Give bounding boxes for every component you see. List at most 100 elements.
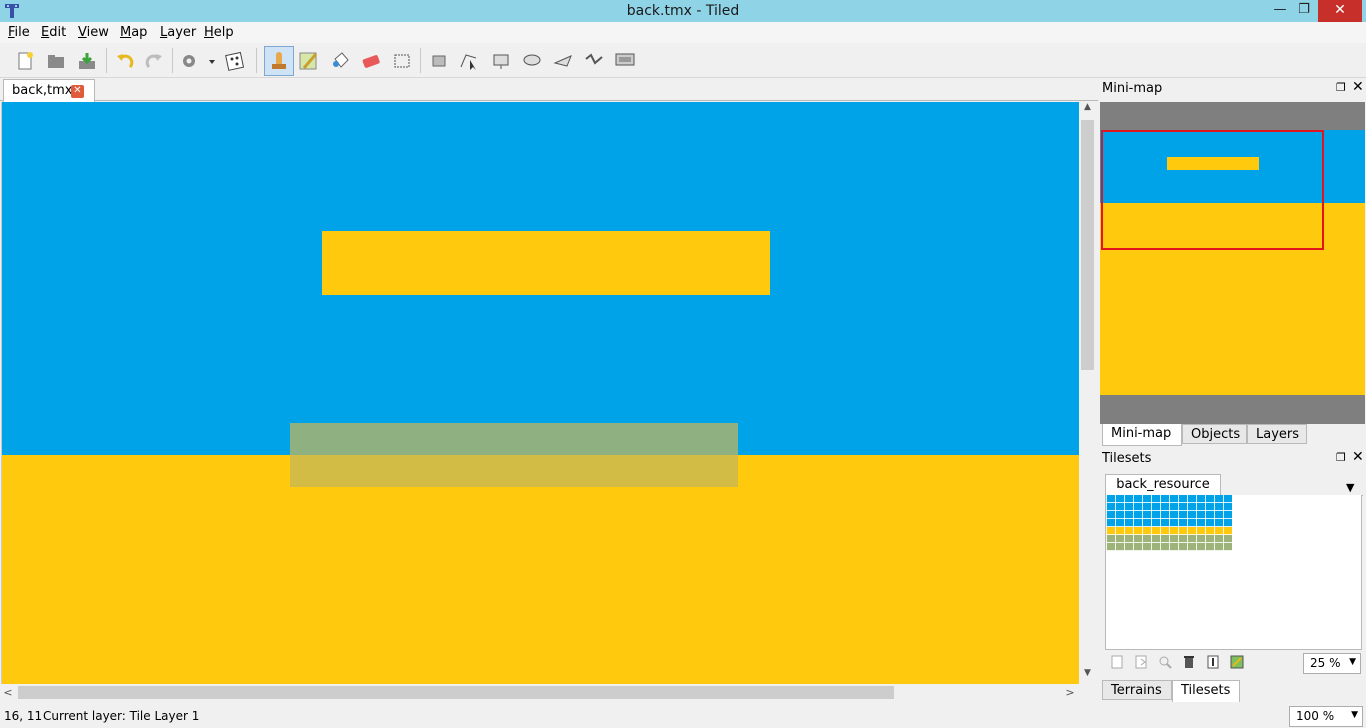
toolbar-separator: [420, 48, 421, 73]
tab-minimap[interactable]: Mini-map: [1102, 424, 1182, 446]
export-tileset-icon[interactable]: [1157, 654, 1173, 670]
tile-row[interactable]: [1106, 511, 1232, 519]
tab-tilesets[interactable]: Tilesets: [1172, 680, 1240, 702]
rectangle-select-button[interactable]: [389, 48, 415, 74]
open-folder-icon: [48, 55, 64, 68]
tileset-zoom-value: 25 %: [1310, 656, 1341, 670]
open-button[interactable]: [43, 48, 69, 74]
tab-terrains[interactable]: Terrains: [1102, 680, 1172, 700]
tile-row[interactable]: [1106, 495, 1232, 503]
tab-layers[interactable]: Layers: [1247, 424, 1307, 444]
tile-row[interactable]: [1106, 527, 1232, 535]
import-tileset-icon[interactable]: [1133, 654, 1149, 670]
document-tab[interactable]: back,tmx ✕: [3, 79, 95, 102]
close-button[interactable]: ✕: [1318, 0, 1362, 22]
current-layer-label: Current layer: Tile Layer 1: [43, 709, 200, 723]
undo-icon: [117, 54, 134, 69]
save-icon: [79, 53, 95, 69]
tileset-tab-back-resource[interactable]: back_resource: [1105, 474, 1221, 496]
insert-polygon-button[interactable]: [550, 48, 576, 74]
insert-tile-button[interactable]: [612, 48, 638, 74]
restore-button[interactable]: ❐: [1290, 0, 1318, 22]
toolbar-separator: [256, 48, 257, 73]
insert-rectangle-button[interactable]: [488, 48, 514, 74]
rectangle-select-icon: [394, 54, 410, 68]
random-mode-button[interactable]: [222, 48, 248, 74]
scroll-right-arrow[interactable]: >: [1062, 684, 1078, 701]
chevron-down-icon: ▼: [1349, 657, 1356, 667]
edit-polygons-icon: [460, 54, 477, 70]
tileset-view[interactable]: [1105, 495, 1362, 650]
minimap-viewport-rect[interactable]: [1101, 130, 1324, 250]
chevron-down-icon: ▼: [1351, 710, 1358, 720]
terrain-brush-icon: [299, 52, 318, 70]
edit-polygons-button[interactable]: [456, 48, 482, 74]
commands-gear-icon: [183, 55, 215, 67]
eraser-button[interactable]: [358, 48, 384, 74]
insert-ellipse-button[interactable]: [519, 48, 545, 74]
eraser-icon: [362, 55, 380, 68]
title-bar: back.tmx - Tiled — ❐ ✕: [0, 0, 1366, 22]
insert-ellipse-icon: [523, 54, 541, 66]
save-button[interactable]: [74, 48, 100, 74]
close-panel-icon[interactable]: ✕: [1352, 449, 1364, 465]
tile-row[interactable]: [1106, 543, 1232, 551]
insert-polyline-icon: [585, 53, 603, 65]
toolbar-separator: [172, 48, 173, 73]
menu-view[interactable]: View: [78, 25, 109, 40]
tileset-image[interactable]: [1106, 495, 1232, 557]
float-panel-icon[interactable]: ❐: [1336, 451, 1346, 464]
scroll-down-arrow[interactable]: ▼: [1079, 668, 1096, 684]
tileset-tab-strip: back_resource ▼: [1105, 474, 1363, 496]
new-tileset-icon[interactable]: [1109, 654, 1125, 670]
horizontal-scroll-thumb[interactable]: [18, 686, 894, 699]
select-objects-button[interactable]: [426, 48, 452, 74]
stamp-brush-button[interactable]: [264, 46, 294, 76]
tileset-zoom-select[interactable]: 25 % ▼: [1303, 653, 1361, 674]
commands-button[interactable]: [178, 48, 218, 74]
tab-objects[interactable]: Objects: [1182, 424, 1247, 444]
terrain-brush-button[interactable]: [296, 48, 322, 74]
close-panel-icon[interactable]: ✕: [1352, 79, 1364, 95]
tilesets-panel: back_resource ▼: [1100, 470, 1366, 678]
vertical-scrollbar[interactable]: ▲ ▼: [1079, 102, 1096, 684]
minimap-view[interactable]: [1100, 102, 1365, 424]
delete-tileset-icon[interactable]: [1181, 654, 1197, 670]
menu-layer[interactable]: Layer: [160, 25, 196, 40]
map-zoom-value: 100 %: [1296, 709, 1335, 723]
new-file-button[interactable]: [12, 48, 38, 74]
menu-edit[interactable]: Edit: [41, 25, 66, 40]
random-dice-icon: [225, 51, 245, 71]
menu-file[interactable]: File: [8, 25, 30, 40]
main-toolbar: [0, 43, 1366, 78]
status-bar: 16, 11 Current layer: Tile Layer 1 100 %…: [0, 703, 1366, 728]
insert-polyline-button[interactable]: [581, 48, 607, 74]
lower-dock-tabs: Terrains Tilesets: [1100, 680, 1366, 702]
bucket-fill-button[interactable]: [328, 48, 354, 74]
float-panel-icon[interactable]: ❐: [1336, 81, 1346, 94]
upper-dock-tabs: Mini-map Objects Layers: [1100, 424, 1366, 446]
undo-button[interactable]: [112, 48, 138, 74]
menu-help[interactable]: Help: [204, 25, 234, 40]
document-tab-bar: back,tmx ✕: [0, 78, 1098, 102]
scroll-left-arrow[interactable]: <: [0, 684, 16, 701]
vertical-scroll-thumb[interactable]: [1081, 120, 1094, 370]
tile-row[interactable]: [1106, 519, 1232, 527]
tileset-toolbar: [1105, 652, 1305, 672]
map-canvas[interactable]: [1, 102, 1079, 684]
map-zoom-select[interactable]: 100 % ▼: [1289, 706, 1363, 727]
tileset-properties-icon[interactable]: [1229, 654, 1245, 670]
menu-bar: File Edit View Map Layer Help: [0, 22, 1366, 43]
menu-map[interactable]: Map: [120, 25, 147, 40]
redo-button[interactable]: [141, 48, 167, 74]
tile-row[interactable]: [1106, 535, 1232, 543]
tile-row[interactable]: [1106, 503, 1232, 511]
close-tab-icon[interactable]: ✕: [71, 85, 84, 98]
horizontal-scrollbar[interactable]: < >: [0, 684, 1079, 701]
tileset-list-dropdown-icon[interactable]: ▼: [1346, 481, 1354, 494]
scroll-up-arrow[interactable]: ▲: [1079, 102, 1096, 118]
edit-terrain-icon[interactable]: [1205, 654, 1221, 670]
stamp-brush-icon: [272, 52, 286, 69]
new-file-icon: [18, 52, 33, 70]
select-objects-icon: [432, 55, 446, 67]
